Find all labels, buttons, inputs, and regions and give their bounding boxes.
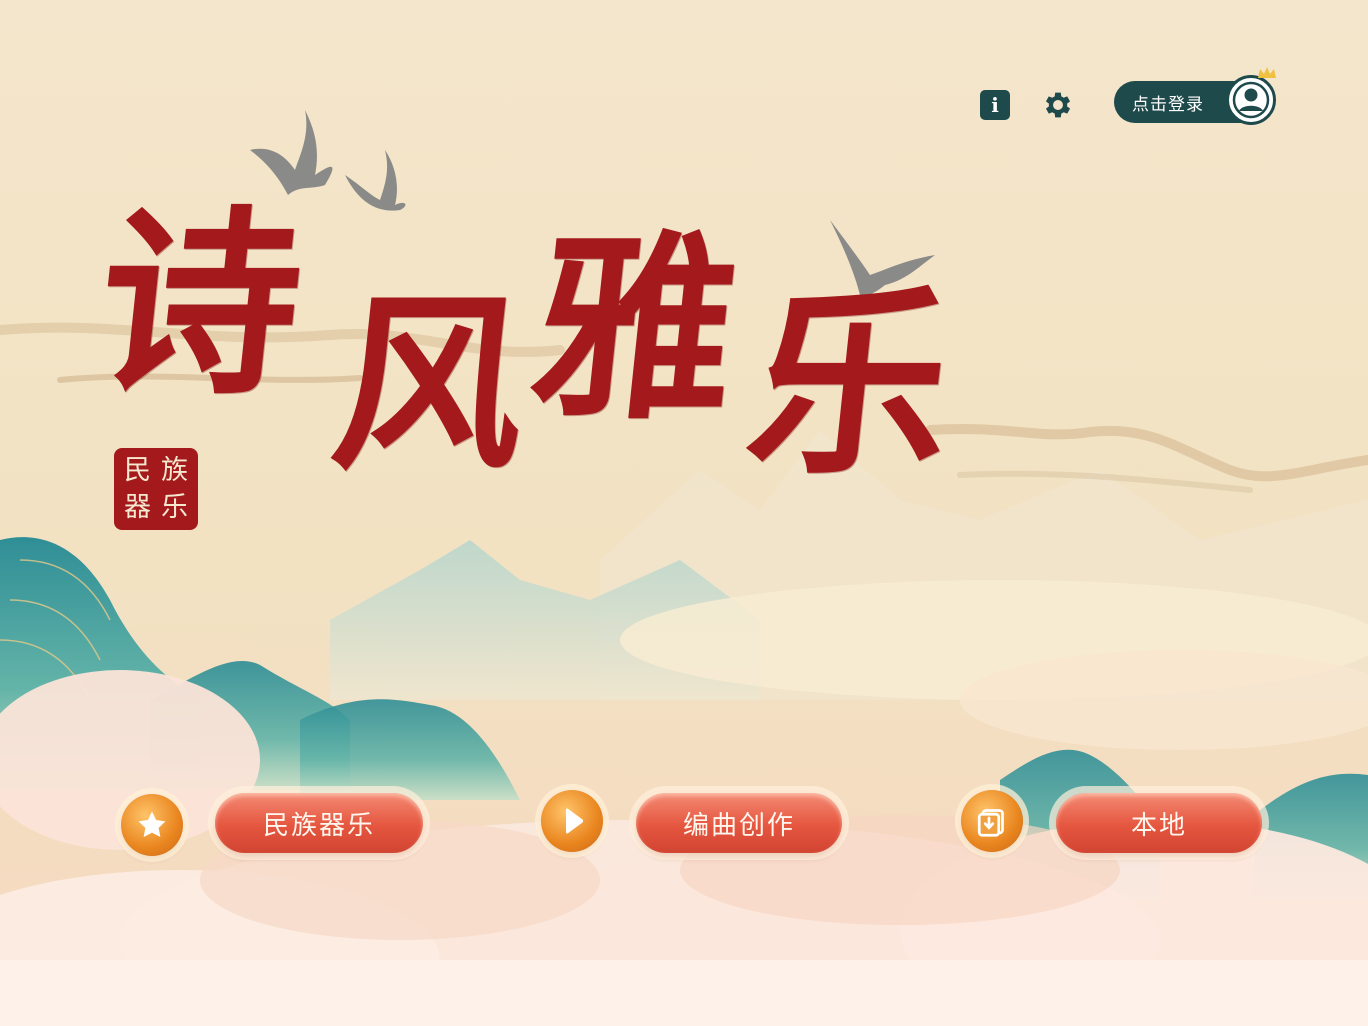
- title-char-4: 乐: [737, 267, 963, 502]
- gear-icon: [1045, 92, 1071, 118]
- title-char-1: 诗: [87, 187, 313, 422]
- login-label: 点击登录: [1132, 94, 1204, 115]
- seal-char: 民: [124, 455, 151, 486]
- crown-icon: [1258, 67, 1276, 78]
- local-icon-button[interactable]: [961, 790, 1023, 852]
- avatar[interactable]: [1226, 75, 1276, 125]
- folk-instruments-icon-button[interactable]: [121, 794, 183, 856]
- title-char-2: 风: [323, 273, 537, 496]
- play-icon: [566, 808, 584, 834]
- local-button[interactable]: 本地: [1056, 793, 1262, 853]
- compose-label: 编曲创作: [682, 810, 795, 841]
- seal-char: 器: [124, 492, 151, 523]
- seal-stamp: 民 族 器 乐: [114, 448, 198, 530]
- seal-char: 乐: [161, 492, 188, 523]
- star-icon: [138, 811, 166, 838]
- compose-button[interactable]: 编曲创作: [636, 793, 842, 853]
- background-scenery: [0, 0, 1368, 1026]
- folk-instruments-button[interactable]: 民族器乐: [215, 793, 423, 853]
- compose-icon-button[interactable]: [541, 790, 603, 852]
- info-icon: i: [991, 93, 999, 117]
- title-char-3: 雅: [522, 212, 748, 447]
- info-button[interactable]: i: [980, 90, 1010, 120]
- seal-char: 族: [161, 455, 188, 486]
- download-icon: [977, 809, 1004, 837]
- folk-instruments-label: 民族器乐: [262, 810, 375, 841]
- user-icon: [1232, 81, 1270, 119]
- local-label: 本地: [1130, 810, 1187, 841]
- settings-button[interactable]: [1040, 87, 1076, 123]
